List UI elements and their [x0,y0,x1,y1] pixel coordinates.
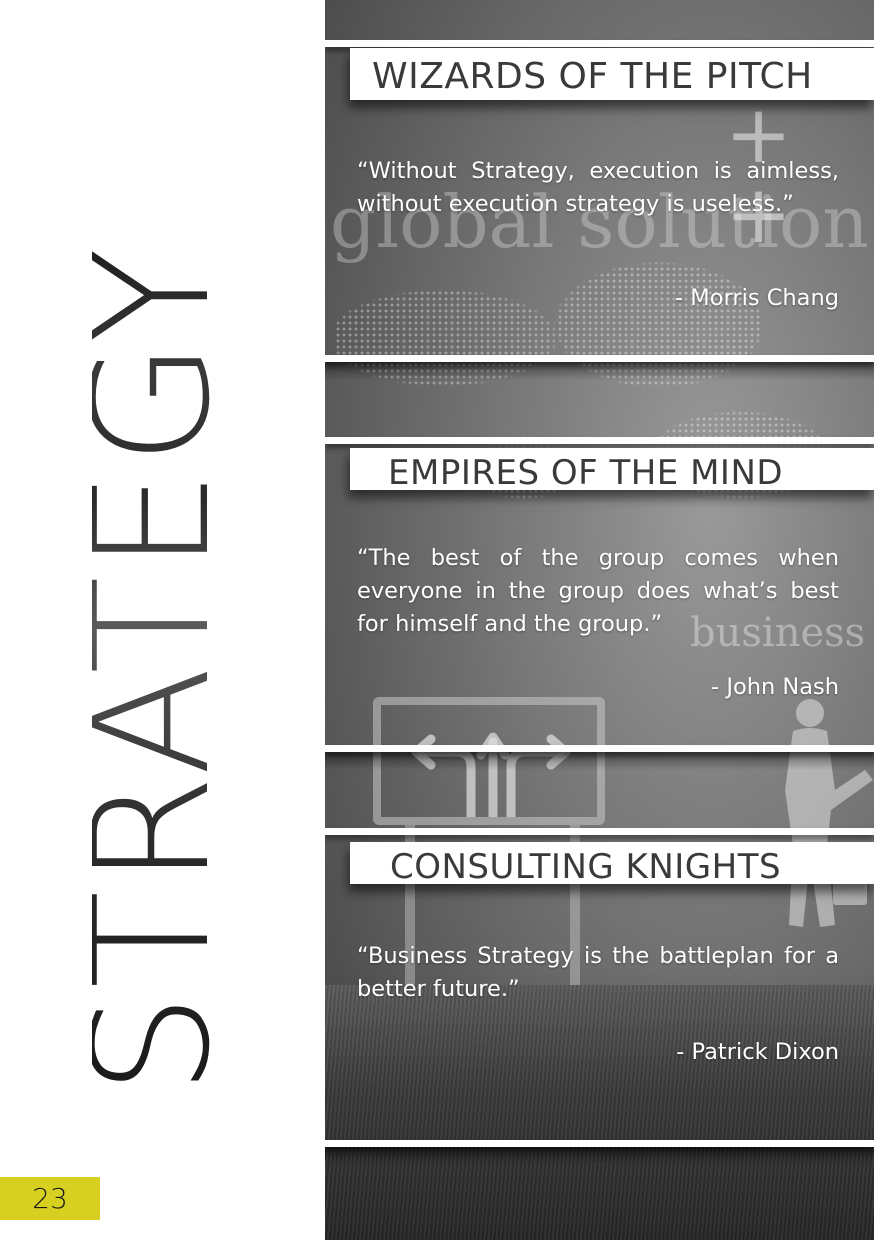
stripe-shadow [325,752,874,770]
page-number: 23 [0,1177,100,1220]
quote-text: “Without Strategy, execution is aimless,… [357,158,839,217]
stripe-shadow [325,362,874,380]
divider-stripe [325,745,874,752]
grass-field [325,985,874,1240]
left-title-column: STRATEGY 23 [0,0,325,1240]
quote-author: - Patrick Dixon [676,1039,839,1065]
divider-stripe [325,1140,874,1147]
stripe-shadow [325,1147,874,1165]
quote-text: “Business Strategy is the battleplan for… [357,943,839,1002]
divider-stripe [325,355,874,362]
section-header-1: WIZARDS OF THE PITCH [350,48,874,100]
vertical-page-title: STRATEGY [58,241,245,1095]
magazine-page: STRATEGY 23 global solution business p +… [0,0,874,1240]
section-header-3: CONSULTING KNIGHTS [350,842,874,887]
quote-author: - Morris Chang [675,285,839,311]
section-heading: EMPIRES OF THE MIND [388,453,784,493]
quote-author: - John Nash [711,674,839,700]
quote-text: “The best of the group comes when everyo… [357,545,839,637]
section-heading: WIZARDS OF THE PITCH [372,56,813,97]
section-heading: CONSULTING KNIGHTS [390,847,782,887]
divider-stripe [325,828,874,835]
divider-stripe [325,437,874,444]
section-header-2: EMPIRES OF THE MIND [350,448,874,493]
person-silhouette-icon [785,699,873,927]
